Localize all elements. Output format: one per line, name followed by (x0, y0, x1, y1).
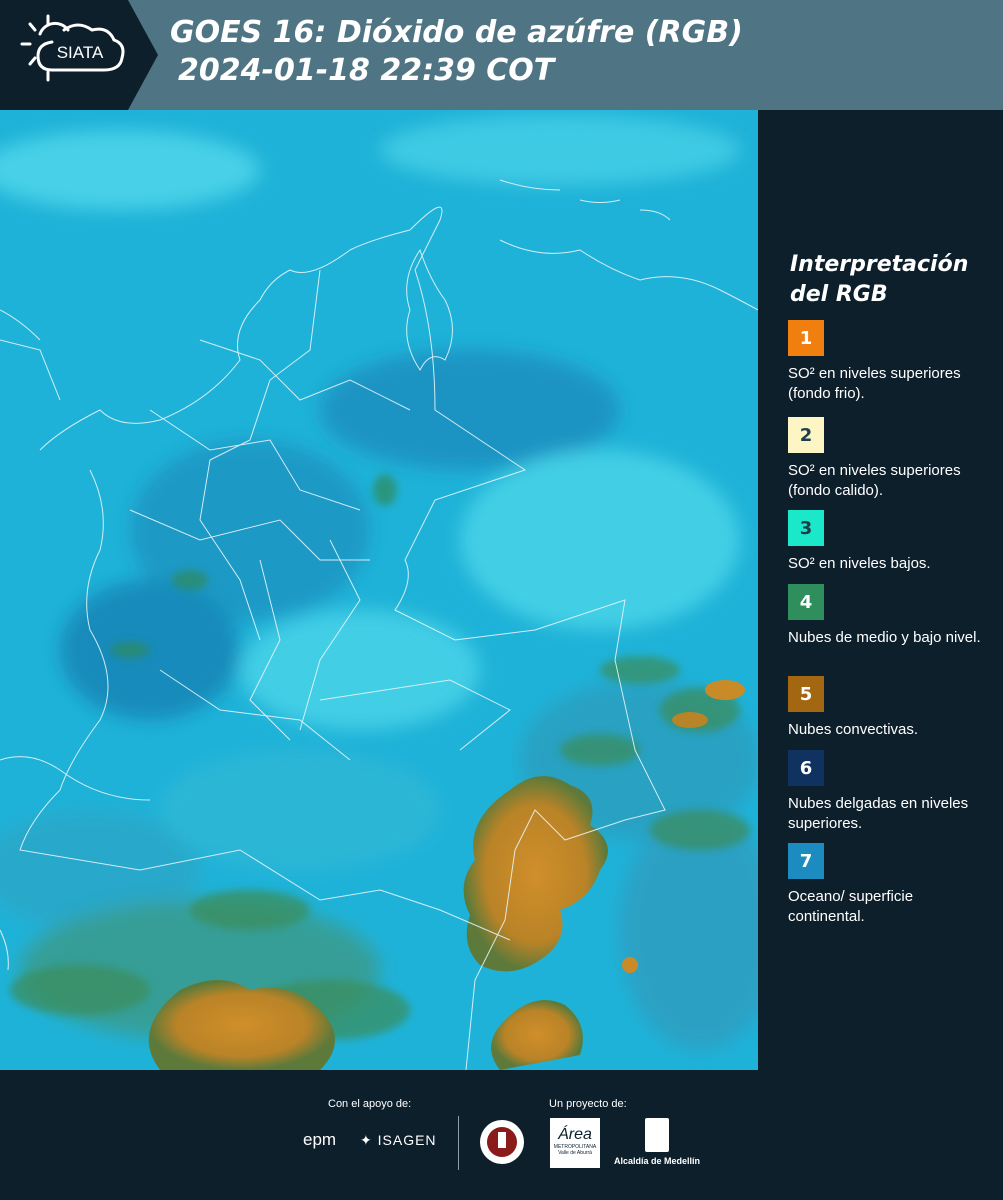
legend-item-6: 6 Nubes delgadas en niveles superiores. (788, 750, 983, 834)
alcaldia-logo: Alcaldía de Medellín (612, 1118, 702, 1166)
legend-label: SO² en niveles bajos. (788, 555, 931, 572)
legend-swatch: 3 (788, 510, 824, 546)
project-label: Un proyecto de: (549, 1098, 627, 1110)
legend-title-line2: del RGB (790, 282, 888, 307)
legend-title: Interpretación del RGB (790, 250, 968, 310)
legend-label: Nubes de medio y bajo nivel. (788, 629, 981, 646)
satellite-map[interactable] (0, 110, 758, 1070)
area-logo-subtext: METROPOLITANA Valle de Aburrá (553, 1144, 597, 1156)
legend-swatch: 5 (788, 676, 824, 712)
legend-swatch: 2 (788, 417, 824, 453)
legend-item-2: 2 SO² en niveles superiores (fondo calid… (788, 417, 983, 501)
legend-item-5: 5 Nubes convectivas. (788, 676, 983, 740)
legend-swatch: 6 (788, 750, 824, 786)
footer: Con el apoyo de: Un proyecto de: epm ✦ I… (0, 1070, 1003, 1200)
legend-label: SO² en niveles superiores (fondo frio). (788, 365, 961, 402)
page-title: GOES 16: Dióxido de azúfre (RGB) 2024-01… (170, 14, 743, 90)
epm-logo: epm (303, 1130, 336, 1150)
title-timestamp: 2024-01-18 22:39 COT (178, 53, 555, 88)
siata-logo: SIATA (0, 0, 158, 110)
area-logo-text: Área (558, 1126, 592, 1143)
header-bar: SIATA GOES 16: Dióxido de azúfre (RGB) 2… (0, 0, 1003, 110)
legend-label: Oceano/ superficie continental. (788, 888, 914, 925)
legend-panel: Interpretación del RGB 1 SO² en niveles … (758, 110, 1003, 1070)
title-product: GOES 16: Dióxido de azúfre (RGB) (170, 15, 743, 50)
legend-item-1: 1 SO² en niveles superiores (fondo frio)… (788, 320, 983, 404)
legend-swatch: 4 (788, 584, 824, 620)
epm-logo-text: epm (303, 1130, 337, 1149)
alcaldia-logo-text: Alcaldía de Medellín (613, 1156, 701, 1166)
legend-item-3: 3 SO² en niveles bajos. (788, 510, 983, 574)
area-metropolitana-logo: Área METROPOLITANA Valle de Aburrá (550, 1118, 600, 1168)
legend-label: SO² en niveles superiores (fondo calido)… (788, 462, 961, 499)
footer-divider (458, 1116, 459, 1170)
isagen-logo: ✦ ISAGEN (360, 1132, 437, 1149)
support-label: Con el apoyo de: (328, 1098, 412, 1110)
legend-swatch: 7 (788, 843, 824, 879)
isagen-logo-text: ISAGEN (377, 1132, 437, 1148)
satellite-image (0, 110, 758, 1070)
legend-title-line1: Interpretación (790, 252, 969, 277)
alcaldia-shield-icon (645, 1118, 669, 1152)
legend-label: Nubes delgadas en niveles superiores. (788, 795, 969, 832)
legend-item-4: 4 Nubes de medio y bajo nivel. (788, 584, 983, 648)
medellin-university-seal-icon (478, 1118, 526, 1171)
isagen-mark-icon: ✦ (360, 1132, 373, 1148)
siata-logo-text: SIATA (57, 43, 104, 62)
legend-item-7: 7 Oceano/ superficie continental. (788, 843, 983, 927)
legend-swatch: 1 (788, 320, 824, 356)
legend-label: Nubes convectivas. (788, 721, 919, 738)
